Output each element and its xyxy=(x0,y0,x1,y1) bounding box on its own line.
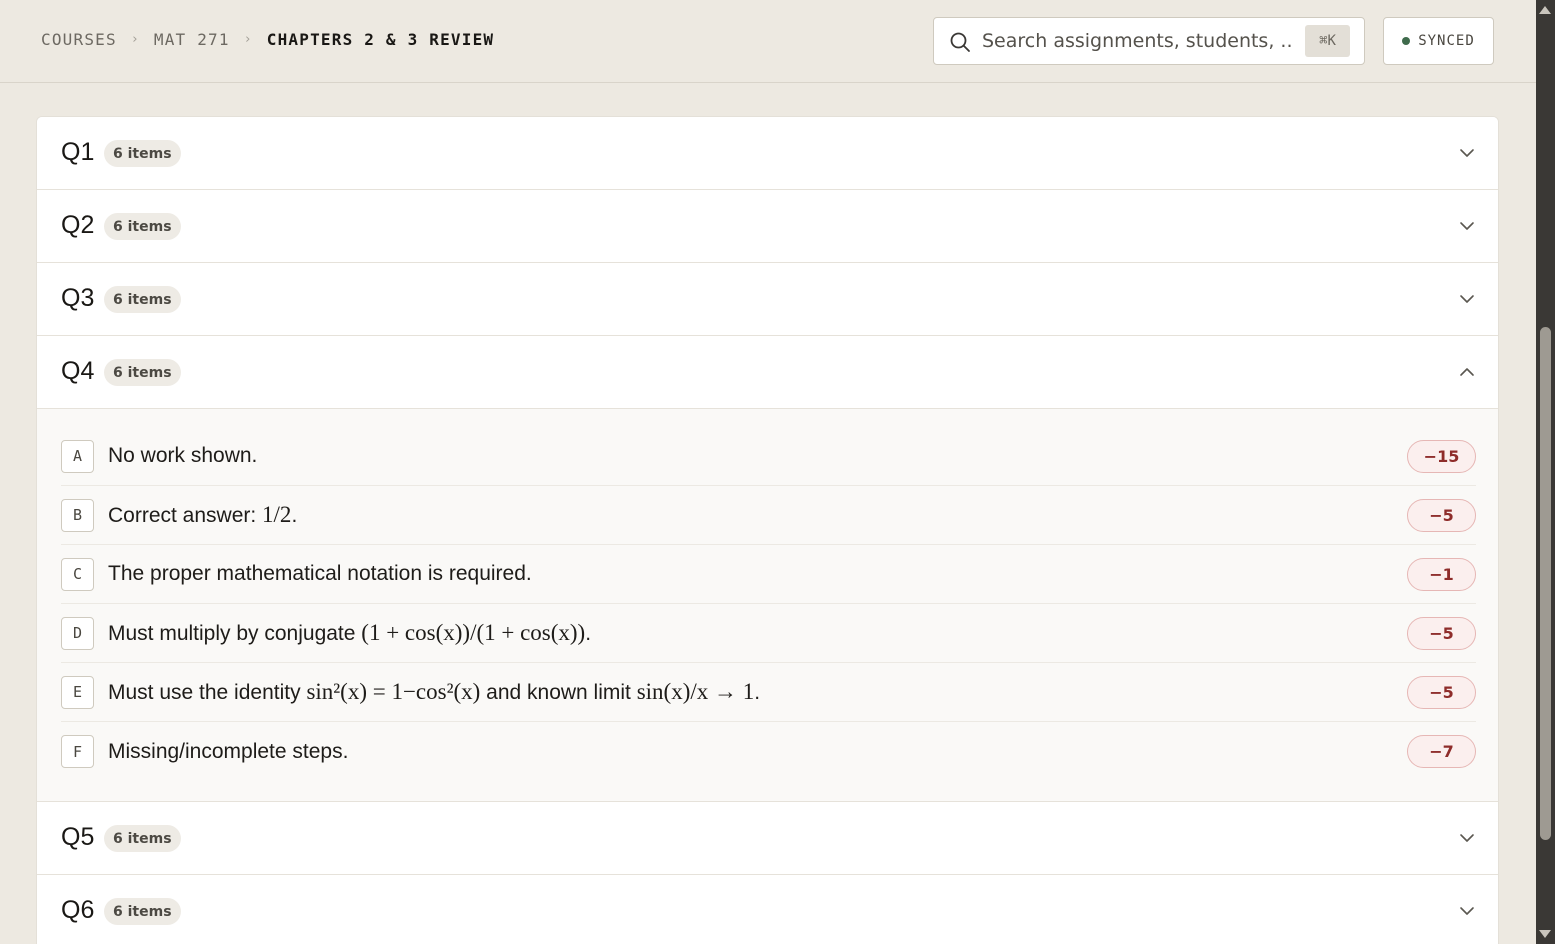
question-row-q2[interactable]: Q2 6 items xyxy=(37,190,1498,263)
rubric-item[interactable]: F Missing/incomplete steps. −7 xyxy=(61,722,1476,781)
rubric-item-letter: D xyxy=(61,616,94,650)
scroll-down-arrow-icon[interactable] xyxy=(1539,930,1551,938)
rubric-items-q4: A No work shown. −15 B Correct answer: 1… xyxy=(37,409,1498,802)
rubric-item-letter: B xyxy=(61,498,94,532)
rubric-item-letter: F xyxy=(61,735,94,768)
sync-status: SYNCED xyxy=(1383,17,1494,65)
deduction-badge[interactable]: −7 xyxy=(1407,735,1476,768)
deduction-badge[interactable]: −1 xyxy=(1407,558,1476,591)
item-count-badge: 6 items xyxy=(104,286,181,313)
item-count-badge: 6 items xyxy=(104,359,181,386)
deduction-badge[interactable]: −15 xyxy=(1407,440,1476,473)
breadcrumb-separator: › xyxy=(243,32,253,47)
question-row-q6[interactable]: Q6 6 items xyxy=(37,875,1498,944)
item-count-badge: 6 items xyxy=(104,825,181,852)
breadcrumb-current: CHAPTERS 2 & 3 REVIEW xyxy=(266,30,495,49)
search-shortcut-hint: ⌘K xyxy=(1305,25,1350,57)
chevron-down-icon[interactable] xyxy=(1458,829,1476,847)
question-row-q4[interactable]: Q4 6 items xyxy=(37,336,1498,409)
deduction-badge[interactable]: −5 xyxy=(1407,617,1476,650)
item-count-badge: 6 items xyxy=(104,213,181,240)
scroll-up-arrow-icon[interactable] xyxy=(1539,6,1551,14)
rubric-item-text: Must use the identity sin²(x) = 1−cos²(x… xyxy=(108,679,761,704)
rubric-item-letter: A xyxy=(61,439,94,473)
rubric-item-text: Correct answer: 1/2. xyxy=(108,502,298,527)
question-label: Q2 xyxy=(61,211,95,239)
rubric-item-text: Must multiply by conjugate (1 + cos(x))/… xyxy=(108,620,592,645)
deduction-badge[interactable]: −5 xyxy=(1407,676,1476,709)
rubric-item[interactable]: C The proper mathematical notation is re… xyxy=(61,545,1476,604)
math-expression: sin²(x) = 1−cos²(x) xyxy=(306,679,481,704)
question-label: Q3 xyxy=(61,284,95,312)
scrollbar[interactable] xyxy=(1536,0,1555,944)
math-expression: (1 + cos(x))/(1 + cos(x)) xyxy=(361,620,586,645)
rubric-item-text: Missing/incomplete steps. xyxy=(108,739,349,763)
question-label: Q1 xyxy=(61,138,95,166)
rubric-item-text: No work shown. xyxy=(108,444,258,467)
chevron-up-icon[interactable] xyxy=(1458,363,1476,381)
question-label: Q5 xyxy=(61,823,95,851)
top-bar: COURSES › MAT 271 › CHAPTERS 2 & 3 REVIE… xyxy=(0,0,1536,83)
item-count-badge: 6 items xyxy=(104,898,181,925)
rubric-item[interactable]: D Must multiply by conjugate (1 + cos(x)… xyxy=(61,604,1476,663)
chevron-down-icon[interactable] xyxy=(1458,902,1476,920)
sync-status-label: SYNCED xyxy=(1418,33,1475,49)
question-row-q5[interactable]: Q5 6 items xyxy=(37,802,1498,875)
chevron-down-icon[interactable] xyxy=(1458,290,1476,308)
rubric-item[interactable]: E Must use the identity sin²(x) = 1−cos²… xyxy=(61,663,1476,722)
chevron-down-icon[interactable] xyxy=(1458,144,1476,162)
rubric-item-text: The proper mathematical notation is requ… xyxy=(108,562,532,585)
search-icon xyxy=(950,32,970,52)
math-expression: 1/2 xyxy=(262,502,292,527)
chevron-down-icon[interactable] xyxy=(1458,217,1476,235)
breadcrumb-course[interactable]: MAT 271 xyxy=(154,30,230,49)
question-label: Q4 xyxy=(61,357,95,385)
question-label: Q6 xyxy=(61,896,95,924)
breadcrumb-courses[interactable]: COURSES xyxy=(41,30,117,49)
question-list: Q1 6 items Q2 6 items Q3 6 items Q4 6 it… xyxy=(36,116,1499,944)
scrollbar-thumb[interactable] xyxy=(1540,327,1551,840)
rubric-item[interactable]: A No work shown. −15 xyxy=(61,427,1476,486)
breadcrumb-separator: › xyxy=(130,32,140,47)
rubric-item-letter: E xyxy=(61,675,94,709)
rubric-item-letter: C xyxy=(61,557,94,591)
search-input[interactable] xyxy=(982,26,1294,56)
rubric-item[interactable]: B Correct answer: 1/2. −5 xyxy=(61,486,1476,545)
deduction-badge[interactable]: −5 xyxy=(1407,499,1476,532)
breadcrumb: COURSES › MAT 271 › CHAPTERS 2 & 3 REVIE… xyxy=(41,30,494,49)
math-expression: sin(x)/x → 1 xyxy=(636,679,755,704)
question-row-q1[interactable]: Q1 6 items xyxy=(37,117,1498,190)
item-count-badge: 6 items xyxy=(104,140,181,167)
sync-dot-icon xyxy=(1402,37,1411,45)
search-box[interactable]: ⌘K xyxy=(933,17,1365,65)
question-row-q3[interactable]: Q3 6 items xyxy=(37,263,1498,336)
